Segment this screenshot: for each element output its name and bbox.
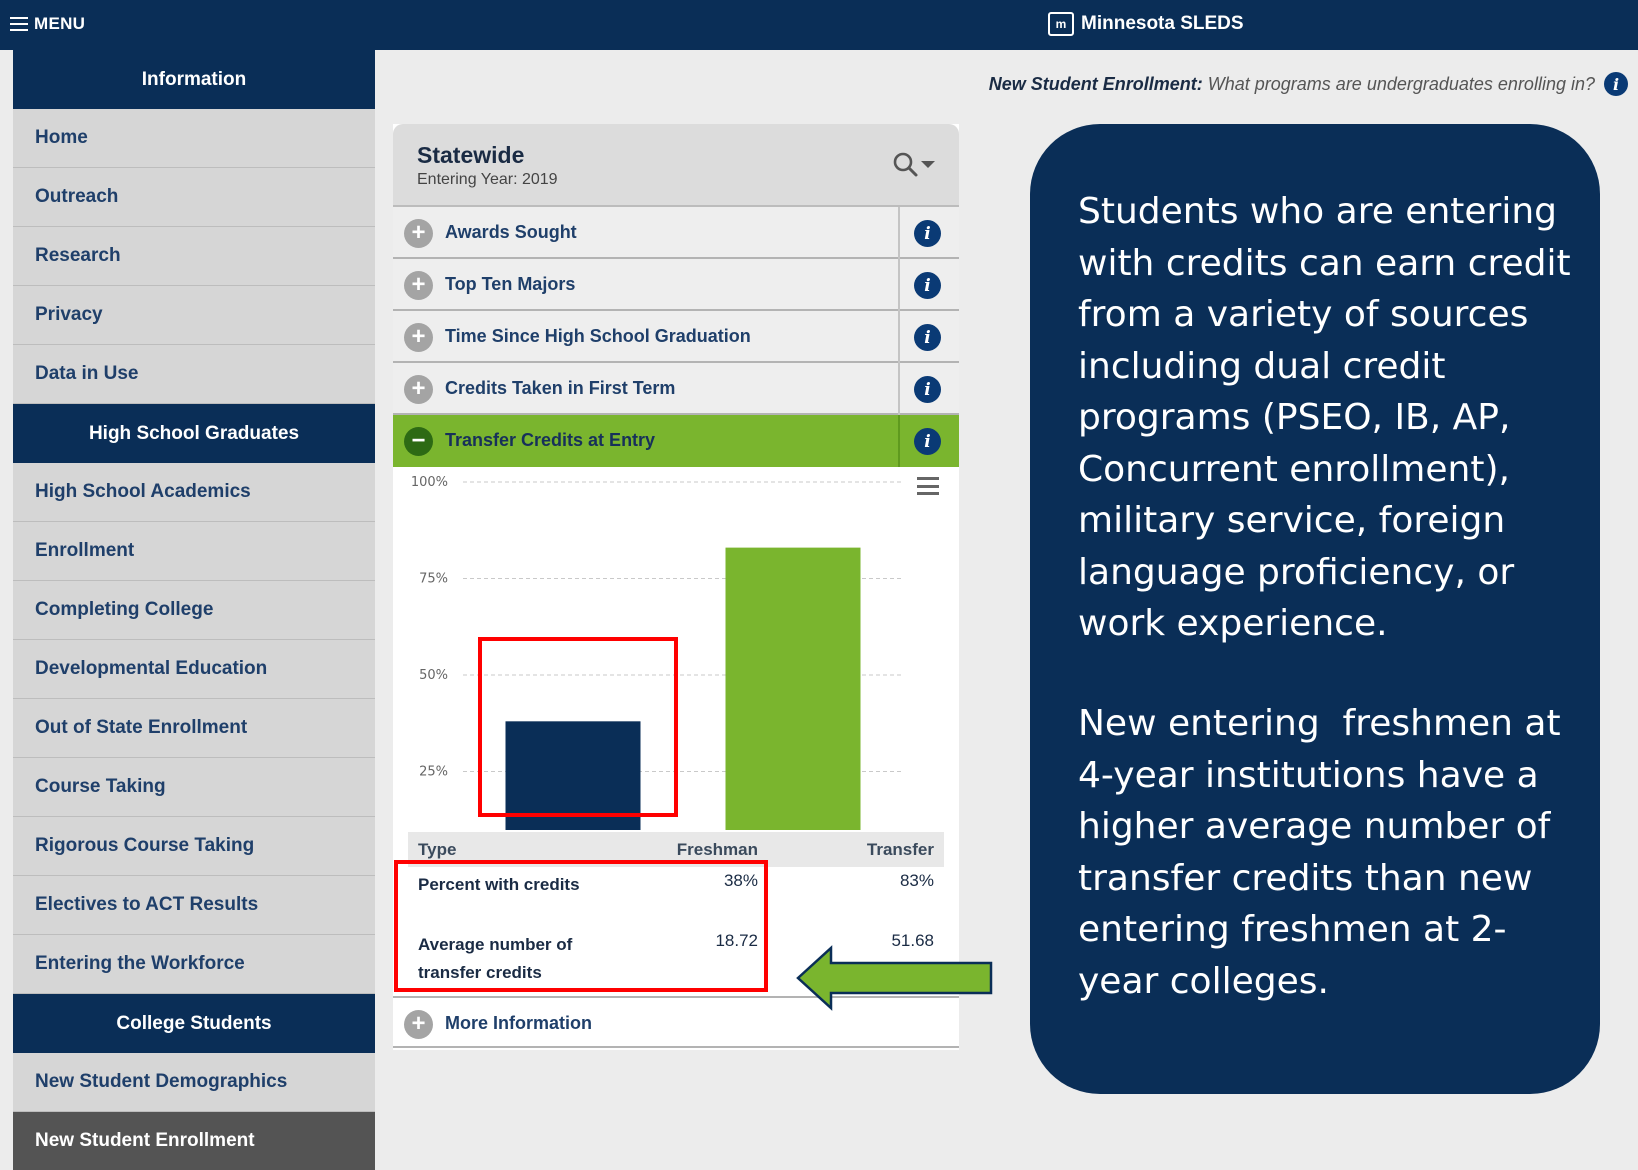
top-bar: MENU m Minnesota SLEDS (0, 0, 1638, 50)
info-icon[interactable]: i (914, 220, 941, 247)
menu-button[interactable]: MENU (10, 9, 85, 39)
accordion-top-ten-majors[interactable]: + Top Ten Majors i (393, 259, 959, 311)
sidebar-item-enrollment[interactable]: Enrollment (13, 522, 375, 581)
minus-circle-icon: − (404, 427, 433, 456)
logo-icon: m (1048, 12, 1074, 36)
callout-paragraph-2: New entering freshmen at 4-year institut… (1078, 703, 1573, 1002)
brand-name: Minnesota SLEDS (1081, 13, 1244, 34)
table-cell-transfer: 83% (899, 871, 934, 890)
accordion-label: More Information (445, 1013, 592, 1033)
sidebar-item-course-taking[interactable]: Course Taking (13, 758, 375, 817)
sidebar-header-high-school-graduates: High School Graduates (13, 404, 375, 463)
sidebar-header-information: Information (13, 50, 375, 109)
sidebar-item-high-school-academics[interactable]: High School Academics (13, 463, 375, 522)
sidebar-item-data-in-use[interactable]: Data in Use (13, 345, 375, 404)
page-question-text: What programs are undergraduates enrolli… (1207, 74, 1595, 94)
accordion-label: Credits Taken in First Term (445, 378, 676, 398)
search-icon (893, 152, 935, 177)
y-tick-label: 100% (411, 475, 448, 490)
table-header-type: Type (418, 840, 457, 859)
plus-circle-icon: + (404, 271, 433, 300)
sidebar-header-college-students: College Students (13, 994, 375, 1053)
sidebar-item-entering-the-workforce[interactable]: Entering the Workforce (13, 935, 375, 994)
table-header-transfer: Transfer (866, 840, 934, 859)
sidebar-item-developmental-education[interactable]: Developmental Education (13, 640, 375, 699)
sidebar-item-home[interactable]: Home (13, 109, 375, 168)
highlight-box-table (394, 860, 768, 992)
sidebar-item-out-of-state-enrollment[interactable]: Out of State Enrollment (13, 699, 375, 758)
accordion-time-since-hs-graduation[interactable]: + Time Since High School Graduation i (393, 311, 959, 363)
sidebar-item-completing-college[interactable]: Completing College (13, 581, 375, 640)
chart-menu-icon[interactable] (917, 477, 939, 495)
arrow-left-icon (796, 945, 993, 1011)
sidebar: Information Home Outreach Research Priva… (13, 50, 375, 1170)
divider (898, 415, 900, 467)
page-question-title: New Student Enrollment: (988, 74, 1203, 94)
highlight-box-chart (478, 637, 678, 817)
sidebar-item-rigorous-course-taking[interactable]: Rigorous Course Taking (13, 817, 375, 876)
plus-circle-icon: + (404, 375, 433, 404)
menu-icon (10, 15, 28, 33)
sidebar-item-electives-to-act-results[interactable]: Electives to ACT Results (13, 876, 375, 935)
sidebar-item-research[interactable]: Research (13, 227, 375, 286)
plus-circle-icon: + (404, 219, 433, 248)
accordion-label: Awards Sought (445, 222, 577, 242)
accordion-transfer-credits-at-entry[interactable]: − Transfer Credits at Entry i (393, 415, 959, 467)
menu-label: MENU (34, 14, 86, 33)
panel-header: Statewide Entering Year: 2019 (393, 124, 959, 207)
brand[interactable]: m Minnesota SLEDS (1048, 8, 1244, 40)
panel-title: Statewide (417, 142, 525, 168)
sidebar-item-outreach[interactable]: Outreach (13, 168, 375, 227)
accordion-awards-sought[interactable]: + Awards Sought i (393, 207, 959, 259)
info-icon[interactable]: i (914, 324, 941, 351)
accordion-label: Transfer Credits at Entry (445, 430, 656, 450)
y-tick-label: 25% (419, 765, 448, 780)
callout-box: Students who are entering with credits c… (1030, 124, 1600, 1094)
plus-circle-icon: + (404, 1010, 433, 1039)
sidebar-item-new-student-demographics[interactable]: New Student Demographics (13, 1053, 375, 1112)
plus-circle-icon: + (404, 323, 433, 352)
accordion-label: Time Since High School Graduation (445, 326, 751, 346)
divider (898, 259, 900, 311)
page-question: New Student Enrollment: What programs ar… (890, 74, 1595, 95)
sidebar-item-privacy[interactable]: Privacy (13, 286, 375, 345)
info-icon[interactable]: i (1604, 72, 1628, 96)
info-icon[interactable]: i (914, 376, 941, 403)
panel-subtitle: Entering Year: 2019 (417, 171, 558, 188)
divider (898, 207, 900, 259)
divider (898, 363, 900, 415)
accordion-label: Top Ten Majors (445, 274, 576, 294)
search-dropdown-button[interactable] (891, 150, 941, 180)
info-icon[interactable]: i (914, 428, 941, 455)
y-tick-label: 50% (419, 668, 448, 683)
table-header-freshman: Freshman (676, 840, 758, 859)
callout-paragraph-1: Students who are entering with credits c… (1078, 191, 1571, 644)
info-icon[interactable]: i (914, 272, 941, 299)
chevron-down-icon (921, 161, 935, 168)
bar-transfer (725, 547, 861, 830)
sidebar-item-new-student-enrollment[interactable]: New Student Enrollment (13, 1112, 375, 1170)
divider (898, 311, 900, 363)
y-tick-label: 75% (419, 572, 448, 587)
accordion-credits-taken-first-term[interactable]: + Credits Taken in First Term i (393, 363, 959, 415)
